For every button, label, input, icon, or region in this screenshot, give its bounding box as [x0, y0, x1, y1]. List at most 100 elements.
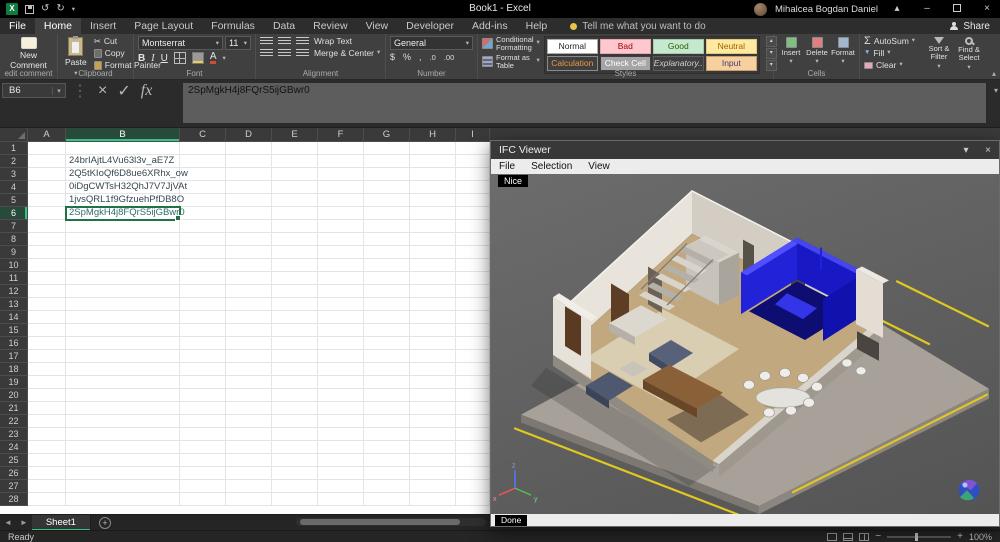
cell-C5[interactable] [180, 194, 226, 207]
italic-button[interactable]: I [151, 53, 154, 64]
cell-E16[interactable] [272, 337, 318, 350]
font-color-button[interactable]: A [210, 52, 217, 64]
comma-format-button[interactable]: , [419, 52, 422, 62]
share-button[interactable]: Share [950, 18, 1000, 34]
cell-G10[interactable] [364, 259, 410, 272]
column-header-D[interactable]: D [226, 128, 272, 142]
cell-G23[interactable] [364, 428, 410, 441]
ribbon-display-options-button[interactable]: ▴ [886, 0, 908, 18]
fill-button[interactable]: ▼Fill▾ [864, 48, 922, 58]
row-header-4[interactable]: 4 [0, 181, 28, 194]
cell-B23[interactable] [66, 428, 180, 441]
cell-E5[interactable] [272, 194, 318, 207]
cell-G7[interactable] [364, 220, 410, 233]
cell-A10[interactable] [28, 259, 66, 272]
title-bar[interactable]: X ↺ ↻ ▾ Book1 - Excel Mihalcea Bogdan Da… [0, 0, 1000, 18]
cell-I12[interactable] [456, 285, 490, 298]
row-header-9[interactable]: 9 [0, 246, 28, 259]
cell-B21[interactable] [66, 402, 180, 415]
row-header-18[interactable]: 18 [0, 363, 28, 376]
column-header-E[interactable]: E [272, 128, 318, 142]
cell-G9[interactable] [364, 246, 410, 259]
cell-C27[interactable] [180, 480, 226, 493]
cell-A16[interactable] [28, 337, 66, 350]
redo-icon[interactable]: ↻ [56, 4, 64, 14]
page-break-view-icon[interactable] [859, 533, 869, 541]
column-header-C[interactable]: C [180, 128, 226, 142]
cell-H22[interactable] [410, 415, 456, 428]
cell-E14[interactable] [272, 311, 318, 324]
cell-I19[interactable] [456, 376, 490, 389]
cell-G13[interactable] [364, 298, 410, 311]
ribbon-tab-page-layout[interactable]: Page Layout [125, 18, 202, 34]
cell-I16[interactable] [456, 337, 490, 350]
clear-button[interactable]: Clear▾ [864, 60, 922, 70]
cell-C1[interactable] [180, 142, 226, 155]
cell-B16[interactable] [66, 337, 180, 350]
cell-D1[interactable] [226, 142, 272, 155]
cell-F10[interactable] [318, 259, 364, 272]
cell-F12[interactable] [318, 285, 364, 298]
cell-E13[interactable] [272, 298, 318, 311]
cell-C13[interactable] [180, 298, 226, 311]
format-as-table-button[interactable]: Format as Table▾ [482, 54, 540, 70]
user-avatar[interactable] [754, 3, 767, 16]
cell-F19[interactable] [318, 376, 364, 389]
zoom-slider-knob[interactable] [915, 533, 918, 541]
cell-D28[interactable] [226, 493, 272, 506]
collapse-ribbon-icon[interactable]: ▴ [992, 69, 996, 78]
cell-I10[interactable] [456, 259, 490, 272]
cell-E1[interactable] [272, 142, 318, 155]
cell-B17[interactable] [66, 350, 180, 363]
cell-A7[interactable] [28, 220, 66, 233]
cell-style-neutral[interactable]: Neutral [706, 39, 757, 54]
cell-B1[interactable] [66, 142, 180, 155]
cell-H15[interactable] [410, 324, 456, 337]
cell-C2[interactable] [180, 155, 226, 168]
cell-A1[interactable] [28, 142, 66, 155]
cell-B7[interactable] [66, 220, 180, 233]
cell-I4[interactable] [456, 181, 490, 194]
cell-style-normal[interactable]: Normal [547, 39, 598, 54]
cell-H23[interactable] [410, 428, 456, 441]
cell-G16[interactable] [364, 337, 410, 350]
ifc-3d-viewport[interactable]: Nice [491, 174, 999, 514]
align-right-icon[interactable] [296, 49, 309, 58]
cell-I3[interactable] [456, 168, 490, 181]
cell-I7[interactable] [456, 220, 490, 233]
cell-I15[interactable] [456, 324, 490, 337]
row-header-19[interactable]: 19 [0, 376, 28, 389]
cell-A25[interactable] [28, 454, 66, 467]
cell-D20[interactable] [226, 389, 272, 402]
zoom-out-icon[interactable]: − [875, 531, 881, 542]
cell-H7[interactable] [410, 220, 456, 233]
cell-F17[interactable] [318, 350, 364, 363]
cell-B10[interactable] [66, 259, 180, 272]
cell-E4[interactable] [272, 181, 318, 194]
cell-I13[interactable] [456, 298, 490, 311]
row-header-28[interactable]: 28 [0, 493, 28, 506]
cell-D18[interactable] [226, 363, 272, 376]
cell-E17[interactable] [272, 350, 318, 363]
cell-C15[interactable] [180, 324, 226, 337]
cell-F5[interactable] [318, 194, 364, 207]
column-header-B[interactable]: B [66, 128, 180, 142]
column-header-G[interactable]: G [364, 128, 410, 142]
cell-H17[interactable] [410, 350, 456, 363]
sheet-nav-left-icon[interactable]: ◄ [0, 518, 16, 527]
cell-F27[interactable] [318, 480, 364, 493]
column-header-F[interactable]: F [318, 128, 364, 142]
cell-I26[interactable] [456, 467, 490, 480]
row-header-16[interactable]: 16 [0, 337, 28, 350]
cell-B27[interactable] [66, 480, 180, 493]
qat-customize-icon[interactable]: ▾ [72, 5, 75, 13]
cell-A9[interactable] [28, 246, 66, 259]
sheet-nav-right-icon[interactable]: ► [16, 518, 32, 527]
row-header-24[interactable]: 24 [0, 441, 28, 454]
cell-B2[interactable]: 24brIAjtL4Vu63l3v_aE7Z [66, 155, 180, 168]
cell-D2[interactable] [226, 155, 272, 168]
ribbon-tab-view[interactable]: View [357, 18, 398, 34]
cell-H2[interactable] [410, 155, 456, 168]
cell-G18[interactable] [364, 363, 410, 376]
cell-C21[interactable] [180, 402, 226, 415]
